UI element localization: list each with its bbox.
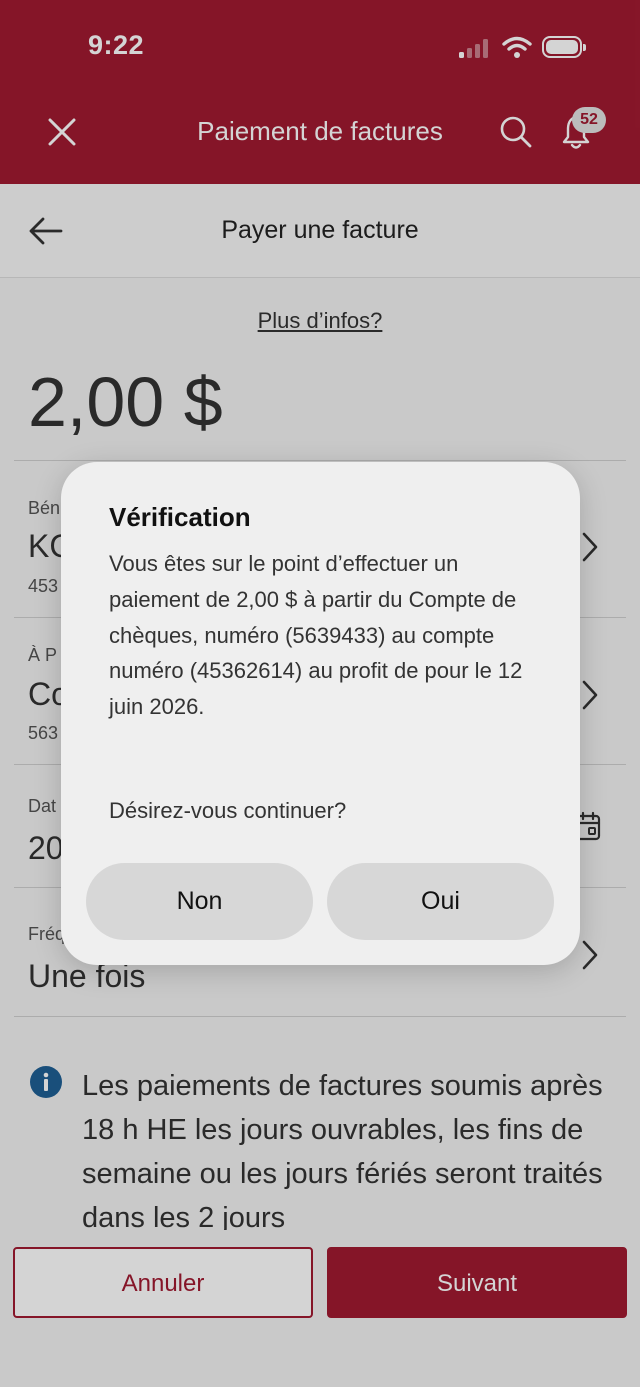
dialog-message: Vous êtes sur le point d’effectuer un pa… (109, 551, 523, 720)
dialog-question: Désirez-vous continuer? (109, 798, 347, 823)
yes-button[interactable]: Oui (327, 863, 554, 940)
no-button[interactable]: Non (86, 863, 313, 940)
dialog-title: Vérification (109, 502, 251, 532)
verification-dialog: Vérification Vous êtes sur le point d’ef… (61, 462, 580, 965)
